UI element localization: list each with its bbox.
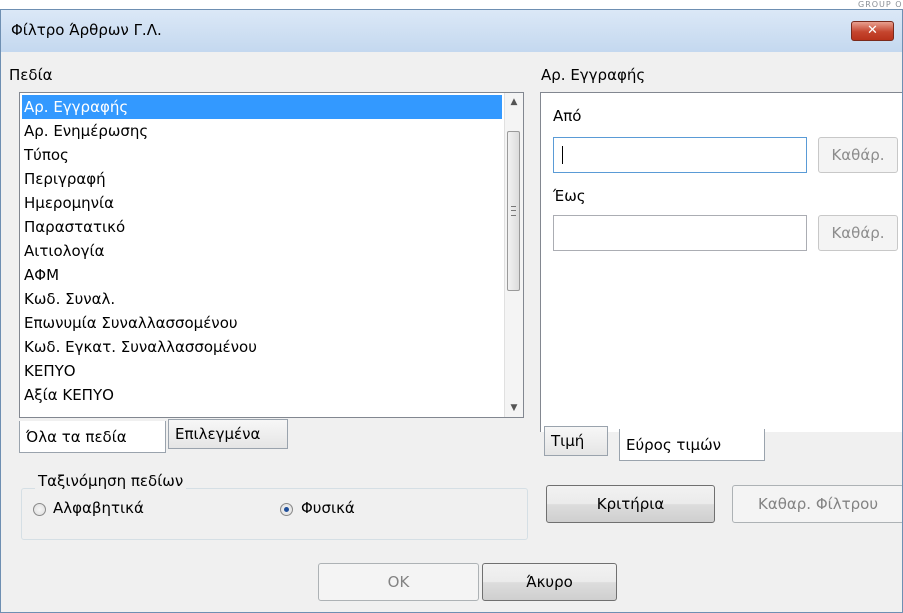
tab-all-fields[interactable]: Όλα τα πεδία xyxy=(19,421,166,453)
fields-scrollbar[interactable]: ▲ ▼ xyxy=(504,93,523,417)
clear-to-label: Καθάρ. xyxy=(831,224,885,242)
list-item[interactable]: Αξία ΚΕΠΥΟ xyxy=(20,383,506,407)
list-item[interactable]: Αιτιολογία xyxy=(20,239,506,263)
list-item[interactable]: Αρ. Ενημέρωσης xyxy=(20,119,506,143)
close-button[interactable]: ✕ xyxy=(851,21,894,41)
cancel-button[interactable]: Άκυρο xyxy=(482,563,617,601)
fields-label: Πεδία xyxy=(9,66,53,84)
scroll-up-icon[interactable]: ▲ xyxy=(505,93,523,111)
title-bar[interactable]: Φίλτρο Άρθρων Γ.Λ. ✕ xyxy=(1,10,902,52)
radio-natural[interactable] xyxy=(280,503,293,516)
list-item[interactable]: Κωδ. Συναλ. xyxy=(20,287,506,311)
tab-value-range-label: Εύρος τιμών xyxy=(626,436,722,454)
tab-value-label: Τιμή xyxy=(551,432,585,450)
list-item[interactable]: ΑΦΜ xyxy=(20,263,506,287)
radio-alphabetical-label[interactable]: Αλφαβητικά xyxy=(53,499,144,517)
criteria-panel: Από Καθάρ. Έως Καθάρ. xyxy=(540,92,902,432)
clear-filter-button[interactable]: Καθαρ. Φίλτρου xyxy=(732,485,902,523)
cancel-button-label: Άκυρο xyxy=(526,573,573,591)
ok-button-label: OK xyxy=(387,573,410,591)
corner-label: GROUP O xyxy=(858,0,903,9)
tab-selected[interactable]: Επιλεγμένα xyxy=(168,419,288,449)
list-item[interactable]: Τύπος xyxy=(20,143,506,167)
list-item[interactable]: Επωνυμία Συναλλασσομένου xyxy=(20,311,506,335)
tab-value[interactable]: Τιμή xyxy=(544,426,608,456)
to-label: Έως xyxy=(553,187,586,205)
from-input[interactable] xyxy=(553,137,807,173)
grip-icon xyxy=(511,206,516,216)
window-title: Φίλτρο Άρθρων Γ.Λ. xyxy=(11,21,162,39)
from-label: Από xyxy=(553,107,582,125)
text-caret xyxy=(562,146,563,164)
criteria-field-title: Αρ. Εγγραφής xyxy=(541,66,646,84)
scroll-thumb[interactable] xyxy=(507,131,520,291)
clear-from-button[interactable]: Καθάρ. xyxy=(818,137,898,173)
close-icon: ✕ xyxy=(867,23,878,38)
list-item[interactable]: Κωδ. Εγκατ. Συναλλασσομένου xyxy=(20,335,506,359)
list-item[interactable]: Ημερομηνία xyxy=(20,191,506,215)
tab-selected-label: Επιλεγμένα xyxy=(175,425,261,443)
list-item[interactable]: Παραστατικό xyxy=(20,215,506,239)
criteria-button-label: Κριτήρια xyxy=(596,495,665,513)
filter-dialog: Φίλτρο Άρθρων Γ.Λ. ✕ Πεδία Αρ. Εγγραφής Α… xyxy=(0,9,903,613)
sort-legend: Ταξινόμηση πεδίων xyxy=(35,472,187,490)
to-input[interactable] xyxy=(553,215,807,251)
fields-list: Αρ. Εγγραφής Αρ. Ενημέρωσης Τύπος Περιγραφή… xyxy=(20,95,506,407)
radio-alphabetical[interactable] xyxy=(33,503,46,516)
list-item[interactable]: ΚΕΠΥΟ xyxy=(20,359,506,383)
list-item[interactable]: Περιγραφή xyxy=(20,167,506,191)
tab-value-range[interactable]: Εύρος τιμών xyxy=(619,429,765,461)
radio-natural-label[interactable]: Φυσικά xyxy=(301,499,355,517)
list-item[interactable]: Αρ. Εγγραφής xyxy=(22,95,502,119)
fields-listbox[interactable]: Αρ. Εγγραφής Αρ. Ενημέρωσης Τύπος Περιγραφή… xyxy=(19,92,524,418)
clear-from-label: Καθάρ. xyxy=(831,146,885,164)
tab-all-fields-label: Όλα τα πεδία xyxy=(26,428,127,446)
criteria-button[interactable]: Κριτήρια xyxy=(546,485,715,523)
scroll-down-icon[interactable]: ▼ xyxy=(505,399,523,417)
clear-to-button[interactable]: Καθάρ. xyxy=(818,215,898,251)
clear-filter-button-label: Καθαρ. Φίλτρου xyxy=(757,495,878,513)
ok-button[interactable]: OK xyxy=(318,563,479,601)
